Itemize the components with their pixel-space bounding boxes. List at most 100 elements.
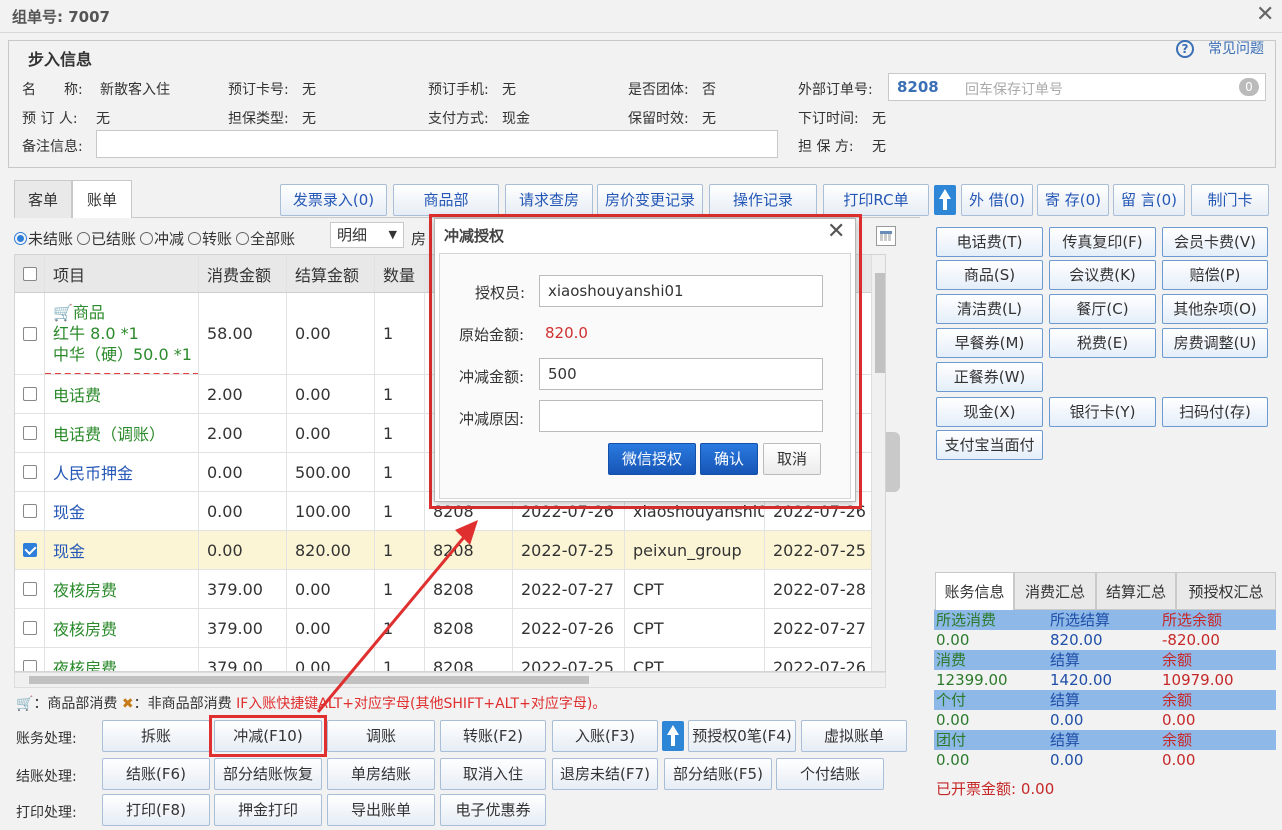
single-room-checkout-button[interactable]: 单房结账 (327, 758, 435, 790)
header-qty[interactable]: 数量 (375, 255, 425, 292)
partial-checkout-restore-button[interactable]: 部分结账恢复 (214, 758, 322, 790)
row-checkbox[interactable] (23, 660, 37, 671)
checkout-unsettled-button[interactable]: 退房未结(F7) (552, 758, 658, 790)
personal-checkout-button[interactable]: 个付结账 (776, 758, 884, 790)
row-checkbox-checked[interactable] (23, 543, 37, 557)
offset-reason-input[interactable] (539, 400, 823, 432)
radio-unsettled[interactable] (14, 232, 27, 245)
preauth-button[interactable]: 预授权0笔(F4) (688, 720, 796, 752)
row-checkbox[interactable] (23, 582, 37, 596)
offset-amount-input[interactable]: 500 (539, 358, 823, 390)
phone-charge-button[interactable]: 电话费(T) (936, 227, 1043, 257)
e-coupon-button[interactable]: 电子优惠券 (440, 794, 546, 826)
radio-settled[interactable] (77, 232, 91, 245)
row-checkbox[interactable] (23, 387, 37, 401)
virtual-bill-button[interactable]: 虚拟账单 (801, 720, 907, 752)
row-room: 8208 (425, 531, 513, 569)
request-checkroom-button[interactable]: 请求查房 (505, 184, 593, 216)
meeting-fee-button[interactable]: 会议费(K) (1049, 260, 1156, 290)
goods-charge-button[interactable]: 商品(S) (936, 260, 1043, 290)
operation-log-button[interactable]: 操作记录 (709, 184, 817, 216)
tab-preauth-summary[interactable]: 预授权汇总 (1176, 572, 1276, 610)
h-scrollbar-thumb[interactable] (29, 676, 589, 684)
tab-settle-summary[interactable]: 结算汇总 (1096, 572, 1176, 610)
compensation-button[interactable]: 赔偿(P) (1162, 260, 1268, 290)
legend-note: 🛒：商品部消费 ✖：非商品部消费 IF入账快捷键ALT+对应字母(其他SHIFT… (16, 693, 606, 713)
invoice-entry-button[interactable]: 发票录入(0) (280, 184, 387, 216)
cleaning-fee-button[interactable]: 清洁费(L) (936, 294, 1043, 324)
tab-bill[interactable]: 账单 (72, 180, 132, 218)
post-entry-button[interactable]: 入账(F3) (552, 720, 658, 752)
table-row[interactable]: 夜核房费 379.00 0.00 1 8208 2022-07-26 CPT 2… (15, 609, 885, 648)
scrollbar-thumb[interactable] (875, 273, 885, 373)
table-row-selected[interactable]: 现金 0.00 820.00 1 8208 2022-07-25 peixun_… (15, 531, 885, 570)
scan-pay-button[interactable]: 扫码付(存) (1162, 397, 1268, 427)
cash-pay-button[interactable]: 现金(X) (936, 397, 1043, 427)
deposit-print-button[interactable]: 押金打印 (214, 794, 322, 826)
help-link[interactable]: ? 常见问题 (1176, 38, 1264, 58)
header-item[interactable]: 项目 (45, 255, 199, 292)
meal-coupon-button[interactable]: 正餐券(W) (936, 362, 1043, 392)
lend-button[interactable]: 外 借(0) (961, 184, 1033, 216)
table-row[interactable]: 夜核房费 379.00 0.00 1 8208 2022-07-27 CPT 2… (15, 570, 885, 609)
restaurant-button[interactable]: 餐厅(C) (1049, 294, 1156, 324)
goods-dept-button[interactable]: 商品部 (393, 184, 499, 216)
vertical-scrollbar[interactable] (871, 255, 885, 671)
breakfast-coupon-button[interactable]: 早餐券(M) (936, 328, 1043, 358)
print-button[interactable]: 打印(F8) (102, 794, 210, 826)
goods-item-line: 🛒商品 (53, 302, 105, 323)
close-icon[interactable]: ✕ (1256, 2, 1274, 27)
row-checkbox[interactable] (23, 326, 37, 341)
split-account-button[interactable]: 拆账 (102, 720, 210, 752)
fax-copy-button[interactable]: 传真复印(F) (1049, 227, 1156, 257)
confirm-button[interactable]: 确认 (700, 443, 758, 475)
transfer-button[interactable]: 转账(F2) (440, 720, 546, 752)
rate-adjust-button[interactable]: 房费调整(U) (1162, 328, 1268, 358)
row-checkbox[interactable] (23, 621, 37, 635)
detail-select[interactable]: 明细 ▼ (330, 222, 404, 248)
tab-guest[interactable]: 客单 (14, 180, 72, 218)
header-settle[interactable]: 结算金额 (287, 255, 375, 292)
calendar-icon[interactable] (876, 226, 896, 246)
header-consume[interactable]: 消费金额 (199, 255, 287, 292)
horizontal-scrollbar[interactable] (14, 672, 886, 688)
adjust-button[interactable]: 调账 (327, 720, 435, 752)
checkout-button[interactable]: 结账(F6) (102, 758, 210, 790)
side-collapse-handle[interactable] (886, 432, 900, 492)
row-checkbox[interactable] (23, 504, 37, 518)
radio-all[interactable] (236, 232, 250, 245)
print-rc-button[interactable]: 打印RC单 (823, 184, 929, 216)
bank-card-button[interactable]: 银行卡(Y) (1049, 397, 1156, 427)
collapse-up-icon[interactable] (934, 185, 956, 215)
cancel-button[interactable]: 取消 (763, 443, 821, 475)
authorizer-input[interactable]: xiaoshouyanshi01 (539, 275, 823, 307)
rate-change-log-button[interactable]: 房价变更记录 (597, 184, 703, 216)
sel-balance-label: 所选余额 (1162, 611, 1223, 629)
select-all-checkbox[interactable] (23, 266, 37, 281)
up-arrow-icon[interactable] (662, 721, 684, 751)
external-order-input[interactable]: 8208 回车保存订单号 0 (888, 73, 1266, 101)
table-row[interactable]: 夜核房费 379.00 0.00 1 8208 2022-07-25 CPT 2… (15, 648, 885, 671)
dialog-close-icon[interactable]: ✕ (827, 219, 845, 244)
original-amount-value: 820.0 (545, 324, 588, 342)
row-checkbox[interactable] (23, 465, 37, 479)
tab-consume-summary[interactable]: 消费汇总 (1014, 572, 1096, 610)
radio-offset[interactable] (140, 232, 154, 245)
remark-input[interactable] (96, 130, 778, 158)
settle-value: 1420.00 (1050, 671, 1113, 689)
tab-account-info[interactable]: 账务信息 (935, 572, 1014, 610)
deposit-storage-button[interactable]: 寄 存(0) (1037, 184, 1109, 216)
message-button[interactable]: 留 言(0) (1113, 184, 1185, 216)
make-card-button[interactable]: 制门卡 (1191, 184, 1269, 216)
row-checkbox[interactable] (23, 426, 37, 440)
alipay-button[interactable]: 支付宝当面付 (936, 430, 1043, 460)
misc-button[interactable]: 其他杂项(O) (1162, 294, 1268, 324)
export-bill-button[interactable]: 导出账单 (327, 794, 435, 826)
tax-button[interactable]: 税费(E) (1049, 328, 1156, 358)
wechat-authorize-button[interactable]: 微信授权 (608, 443, 696, 475)
partial-checkout-button[interactable]: 部分结账(F5) (664, 758, 772, 790)
member-card-fee-button[interactable]: 会员卡费(V) (1162, 227, 1268, 257)
filter-transfer-label: 转账 (202, 230, 233, 248)
cancel-checkin-button[interactable]: 取消入住 (440, 758, 546, 790)
radio-transfer[interactable] (188, 232, 202, 245)
